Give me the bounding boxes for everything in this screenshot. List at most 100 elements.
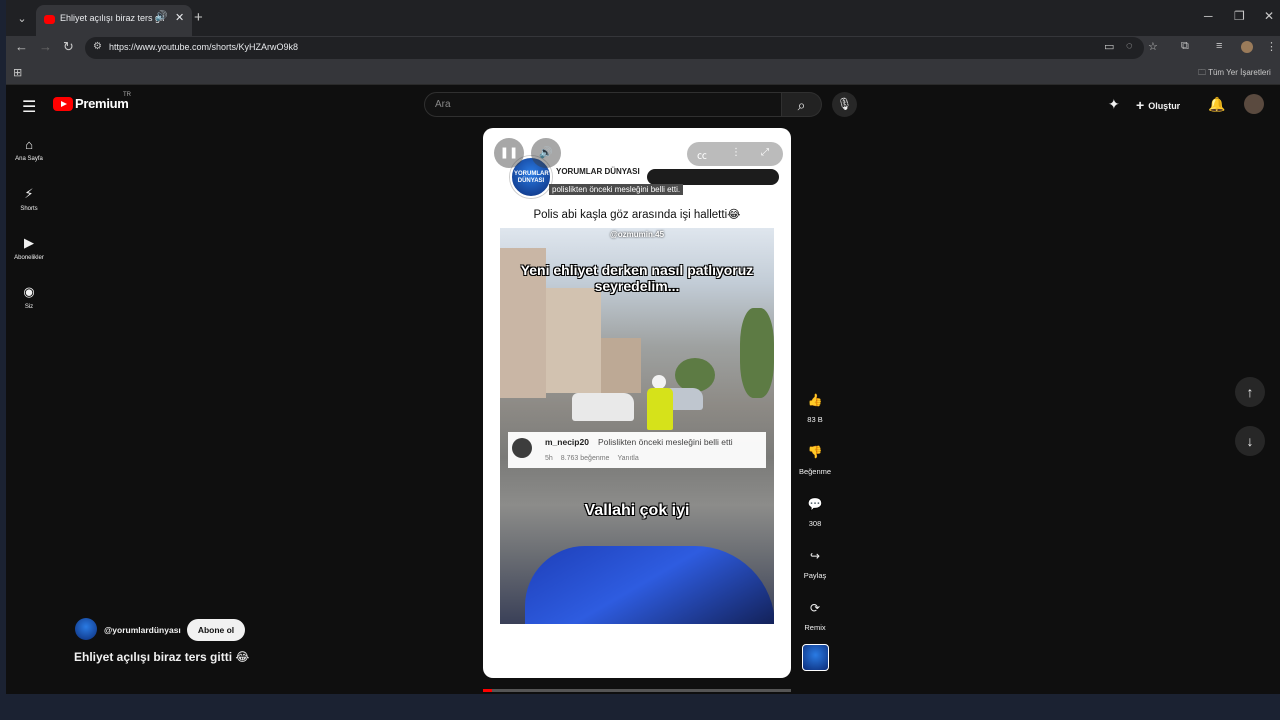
- voice-search-button[interactable]: 🎙: [832, 92, 857, 117]
- youtube-favicon-icon: [44, 15, 55, 24]
- comment-avatar: [512, 438, 532, 458]
- sidebar-item-subscriptions[interactable]: ▶ Abonelikler: [8, 235, 50, 261]
- captions-icon[interactable]: ㏄: [697, 147, 707, 162]
- thumbs-down-icon[interactable]: 👎: [804, 441, 826, 463]
- url-text[interactable]: https://www.youtube.com/shorts/KyHZArwO9…: [109, 42, 298, 52]
- tab-audio-icon[interactable]: 🔊: [155, 11, 167, 22]
- building: [546, 288, 601, 393]
- more-menu-icon[interactable]: ⋮: [1266, 40, 1277, 53]
- sidebar-item-you[interactable]: ◉ Siz: [8, 284, 50, 310]
- all-bookmarks-label: Tüm Yer İşaretleri: [1208, 68, 1271, 77]
- car: [572, 393, 634, 421]
- sidebar-item-label: Siz: [24, 304, 34, 310]
- comments-action[interactable]: 💬 308: [795, 493, 835, 528]
- arrow-down-icon: ↓: [1246, 433, 1254, 449]
- tree: [675, 358, 715, 392]
- reload-icon[interactable]: ↻: [63, 39, 74, 55]
- minimize-icon[interactable]: ─: [1204, 9, 1213, 23]
- video-overlay-text-top: Yeni ehliyet derken nasıl patlıyoruz sey…: [520, 262, 754, 294]
- fullscreen-icon[interactable]: ⤢: [761, 147, 769, 158]
- bookmark-star-icon[interactable]: ☆: [1148, 40, 1158, 53]
- tab-title: Ehliyet açılışı biraz ters gitti 😂: [60, 13, 164, 23]
- site-info-icon[interactable]: ⚙: [93, 41, 102, 52]
- cast-icon[interactable]: ▭: [1104, 40, 1114, 53]
- tab-close-icon[interactable]: ✕: [175, 11, 184, 24]
- maximize-icon[interactable]: ❐: [1234, 9, 1245, 23]
- eye-off-icon[interactable]: ◌: [1126, 40, 1133, 52]
- address-bar[interactable]: ⚙ https://www.youtube.com/shorts/KyHZArw…: [85, 37, 1144, 59]
- like-count: 83 B: [807, 415, 823, 424]
- channel-handle[interactable]: @yorumlardünyası: [104, 625, 181, 635]
- next-short-button[interactable]: ↓: [1235, 426, 1265, 456]
- browser-window: ⌄ Ehliyet açılışı biraz ters gitti 😂 🔊 ✕…: [6, 0, 1280, 694]
- traffic-officer: [647, 388, 673, 430]
- video-title[interactable]: Ehliyet açılışı biraz ters gitti 😂: [74, 650, 249, 664]
- playback-progress-bar[interactable]: [483, 689, 791, 692]
- more-options-icon[interactable]: ⋮: [731, 147, 741, 158]
- embedded-subscribe-pill: [647, 169, 779, 185]
- comment-text: Polislikten önceki mesleğini belli etti: [598, 437, 733, 447]
- tree: [740, 308, 774, 398]
- share-icon[interactable]: ↪: [804, 545, 826, 567]
- comment-likes: 8.763 beğenme: [560, 455, 610, 462]
- dislike-action[interactable]: 👎 Beğenme: [795, 441, 835, 476]
- search-button[interactable]: ⌕: [782, 92, 822, 117]
- hamburger-menu-icon[interactable]: ☰: [22, 97, 36, 117]
- search-input[interactable]: Ara: [424, 92, 782, 117]
- dislike-label: Beğenme: [798, 467, 832, 476]
- caption-text: polislikten önceki mesleğini belli etti.: [549, 184, 684, 195]
- back-icon[interactable]: ←: [15, 39, 28, 54]
- microphone-icon: 🎙: [836, 97, 853, 111]
- remix-label: Remix: [804, 623, 826, 632]
- tab-search-icon[interactable]: ⌄: [12, 9, 32, 29]
- sidebar-item-shorts[interactable]: ⚡ Shorts: [8, 186, 50, 212]
- comment-icon[interactable]: 💬: [804, 493, 826, 515]
- channel-thumbnail[interactable]: [802, 644, 829, 671]
- share-action[interactable]: ↪ Paylaş: [795, 545, 835, 580]
- reading-list-icon[interactable]: ≡: [1216, 40, 1222, 52]
- all-bookmarks-folder[interactable]: 🗀 Tüm Yer İşaretleri: [1198, 67, 1271, 81]
- account-avatar[interactable]: [1244, 94, 1264, 114]
- channel-logo-text: YORUMLAR DÜNYASI: [514, 171, 549, 184]
- apps-grid-icon[interactable]: ⊞: [13, 66, 22, 79]
- thumbs-up-icon[interactable]: 👍: [804, 389, 826, 411]
- logo-text: Premium: [75, 96, 129, 111]
- sidebar-item-label: Ana Sayfa: [15, 156, 43, 162]
- new-tab-button[interactable]: +: [194, 9, 203, 27]
- notifications-bell-icon[interactable]: 🔔: [1208, 96, 1225, 113]
- shorts-player[interactable]: YORUMLAR DÜNYASI YORUMLAR DÜNYASI polisl…: [483, 128, 791, 678]
- volume-icon: 🔊: [539, 147, 553, 159]
- logo-country: TR: [123, 92, 131, 98]
- extensions-icon[interactable]: ⧉: [1181, 40, 1189, 53]
- window-close-icon[interactable]: ✕: [1264, 9, 1274, 23]
- video-overlay-text-bottom: Vallahi çok iyi: [584, 502, 690, 519]
- forward-icon[interactable]: →: [39, 39, 52, 54]
- channel-avatar[interactable]: [75, 618, 97, 640]
- search-icon: ⌕: [797, 97, 806, 113]
- sidebar-item-home[interactable]: ⌂ Ana Sayfa: [8, 137, 50, 162]
- youtube-page: ☰ Premium TR Ara ⌕ 🎙 ✦ + Oluştur 🔔 ⌂ Ana …: [6, 85, 1280, 694]
- browser-tab[interactable]: Ehliyet açılışı biraz ters gitti 😂 🔊 ✕: [36, 5, 192, 36]
- volume-button[interactable]: 🔊: [531, 138, 561, 168]
- comment-reply: Yanıtla: [617, 455, 639, 462]
- previous-short-button[interactable]: ↑: [1235, 377, 1265, 407]
- like-action[interactable]: 👍 83 B: [795, 389, 835, 424]
- profile-avatar[interactable]: [1241, 41, 1253, 53]
- video-frame[interactable]: @ozmumin.45 Yeni ehliyet derken nasıl pa…: [500, 228, 774, 624]
- player-controls-pill: ㏄ ⋮ ⤢: [687, 142, 783, 166]
- remix-icon[interactable]: ⟳: [804, 597, 826, 619]
- subscribe-button[interactable]: Abone ol: [187, 619, 245, 641]
- comment-time: 5h: [545, 455, 553, 462]
- share-label: Paylaş: [803, 571, 827, 580]
- sparkle-icon[interactable]: ✦: [1108, 96, 1120, 113]
- plus-icon: +: [1136, 97, 1145, 113]
- video-headline: Polis abi kaşla göz arasında işi hallett…: [533, 209, 741, 221]
- create-label: Oluştur: [1148, 101, 1181, 111]
- create-button[interactable]: + Oluştur: [1136, 96, 1181, 113]
- pause-button[interactable]: ❚❚: [494, 138, 524, 168]
- search-placeholder: Ara: [435, 99, 451, 110]
- subscriptions-icon: ▶: [24, 235, 34, 250]
- video-watermark: @ozmumin.45: [609, 230, 665, 239]
- remix-action[interactable]: ⟳ Remix: [795, 597, 835, 632]
- officer-helmet: [652, 375, 666, 389]
